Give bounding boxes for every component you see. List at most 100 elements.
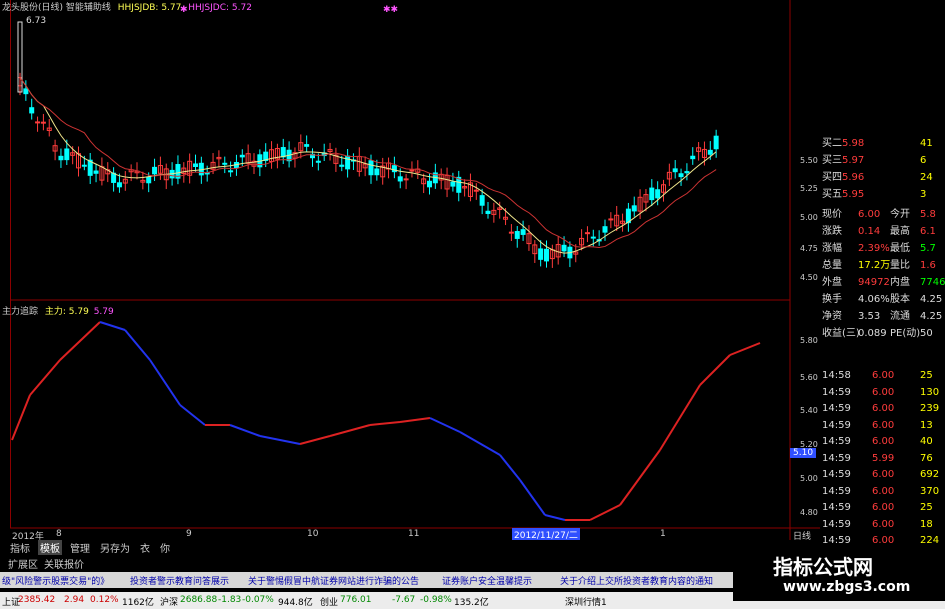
bid-volume: 24 [920,172,933,183]
tick-price: 6.00 [872,469,895,480]
tab-5[interactable]: 你 [158,540,172,555]
index2-value: 2686.88 [180,595,218,605]
stat-value-2: 7746 [920,277,945,288]
candle-body [64,148,70,161]
candle-body [707,149,713,155]
watermark-url: www.zbgs3.com [783,579,911,595]
candle-body [81,164,87,167]
stat-row: 外盘 94972 内盘 7746 [820,276,945,290]
candle-body [561,244,567,252]
bid-price: 5.98 [842,138,865,149]
stat-label-2: PE(动) [890,328,921,339]
kline-chart[interactable]: ✱ ✱✱ [0,0,820,540]
tick-volume: 18 [920,518,933,530]
status-tail[interactable]: 深圳行情1 [565,595,607,608]
indicator-value: 主力: 5.79 [44,307,89,317]
stat-value: 0.089 [858,328,887,339]
news-link[interactable]: 投资者警示教育问答展示 [130,574,229,587]
period-label[interactable]: 日线 [793,529,811,542]
x-tick-label: 11 [408,529,420,539]
candle-body [684,171,690,174]
candle-body [40,121,46,124]
index2-name: 沪深 [160,598,179,608]
candle-body [409,169,415,172]
indicator-segment [179,404,206,426]
stat-label: 总量 [822,260,842,271]
x-tick-label: 8 [56,529,62,539]
stat-label: 涨幅 [822,243,842,254]
tick-row: 14:58 6.00 25 [820,369,945,383]
upper-scale-tick: 5.25 [800,184,818,193]
tick-time: 14:59 [822,386,851,398]
stat-label-2: 最高 [890,226,910,237]
tick-price: 6.00 [872,436,895,447]
news-link[interactable]: 级"风险警示股票交易"的》 [2,574,109,587]
candle-body [35,121,41,124]
indicator-segment [399,417,431,423]
tick-volume: 239 [920,403,940,414]
index3-pct: -0.98% [420,595,452,605]
tick-price: 6.00 [872,403,895,414]
stat-label-2: 流通 [890,311,910,322]
index2-change: -1.83 [218,595,242,605]
candle-body [608,218,614,221]
stat-value: 3.53 [858,311,881,322]
tick-volume: 25 [920,370,933,381]
lower-scale-tick: 5.60 [800,373,818,382]
tick-time: 14:59 [822,436,851,447]
stat-label-2: 内盘 [890,277,910,288]
stat-row: 涨幅 2.39% 最低 5.7 [820,242,945,256]
indicator-segment [429,417,461,433]
bid-label: 买二 [822,138,842,149]
indicator-segment [499,454,521,481]
index3-name: 创业 [320,598,339,608]
news-link[interactable]: 关于警惕假冒中航证券网站进行诈骗的公告 [248,574,419,587]
svg-text:✱✱: ✱✱ [383,5,398,15]
indicator-segment [259,435,301,445]
indicator-segment [459,431,501,456]
candle-body [631,205,637,212]
candle-body [116,182,122,188]
tab-0[interactable]: 指标 [8,540,32,555]
candle-body [23,88,29,95]
indicator-segment [99,321,126,331]
stat-row: 净资 3.53 流通 4.25 [820,310,945,324]
tick-volume: 13 [920,419,933,431]
indicator-segment [29,359,61,396]
bid-row: 买五 5.95 3 [820,188,945,202]
tick-volume: 25 [920,502,933,513]
bid-label: 买四 [822,172,842,183]
bid-volume: 6 [920,155,927,166]
stat-value-2: 6.1 [920,226,936,237]
candle-body [713,135,719,150]
bid-label: 买三 [822,155,842,166]
cursor-price: 5.10 [790,448,817,458]
tab-4[interactable]: 衣 [138,540,152,555]
bid-row: 买四 5.96 24 [820,171,945,185]
stat-value-2: 4.25 [920,311,943,322]
tab-1[interactable]: 模板 [38,539,62,555]
indicator-segment [729,342,761,356]
subtab-1[interactable]: 关联报价 [44,556,84,571]
candle-body [508,231,514,234]
indicator-value-2: 5.79 [93,307,114,317]
indicator-segment [229,424,261,437]
upper-scale-tick: 5.00 [800,213,818,222]
candle-body [345,155,351,170]
candle-body [152,166,158,175]
stat-value: 6.00 [858,209,881,220]
x-tick-label: 10 [307,529,319,539]
subtab-0[interactable]: 扩展区 [8,556,38,571]
tab-3[interactable]: 另存为 [98,540,132,555]
lower-scale-tick: 5.40 [800,406,818,415]
lower-scale-tick: 5.00 [800,474,818,483]
indicator-segment [329,424,371,437]
news-link[interactable]: 关于介绍上交所投资者教育内容的通知 [560,574,713,587]
stat-row: 涨跌 0.14 最高 6.1 [820,225,945,239]
index1-change: 2.94 [64,595,85,605]
news-link[interactable]: 证券账户安全温馨提示 [442,574,532,587]
indicator-segment [544,514,566,521]
cursor-date: 2012/11/27/二 [512,528,580,541]
tick-volume: 76 [920,452,933,464]
tab-2[interactable]: 管理 [68,540,92,555]
